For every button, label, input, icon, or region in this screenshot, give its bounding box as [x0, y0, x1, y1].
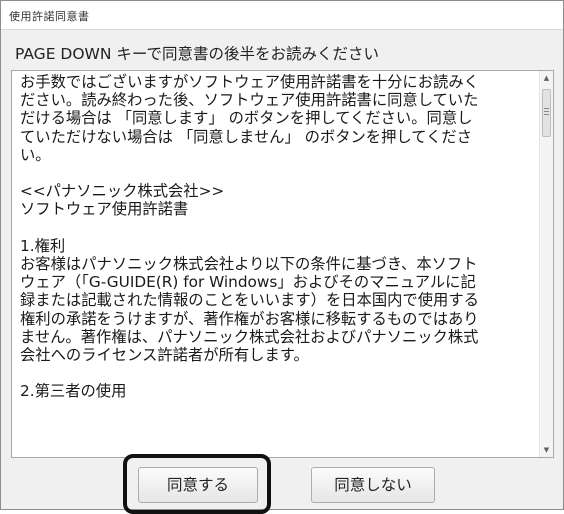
license-line: 2.第三者の使用 — [20, 382, 127, 401]
license-line: だける場合は 「同意します」 のボタンを押してください。同意し — [20, 109, 473, 128]
license-line: 録または記載された情報のことをいいます）を日本国内で使用する — [20, 291, 479, 310]
license-line: ださい。読み終わった後、ソフトウェア使用許諾書に同意していた — [20, 91, 479, 110]
license-line — [20, 219, 540, 237]
license-text-box[interactable]: お手数ではございますがソフトウェア使用許諾書を十分にお読みく ださい。読み終わった… — [11, 70, 554, 458]
title-bar[interactable]: 使用許諾同意書 — [1, 1, 563, 30]
license-line: 1.権利 — [20, 236, 66, 255]
license-line — [20, 364, 540, 382]
disagree-button[interactable]: 同意しない — [311, 467, 435, 503]
instruction-text: PAGE DOWN キーで同意書の後半をお読みください — [15, 45, 379, 63]
license-agreement-dialog: 使用許諾同意書 PAGE DOWN キーで同意書の後半をお読みください お手数で… — [0, 0, 564, 514]
license-line: ウェア（「G-GUIDE(R) for Windows」およびそのマニュアルに記 — [20, 273, 476, 292]
license-line: い。 — [20, 145, 51, 164]
license-line: お客様はパナソニック株式会社より以下の条件に基づき、本ソフト — [20, 255, 478, 273]
license-text: お手数ではございますがソフトウェア使用許諾書を十分にお読みく ださい。読み終わった… — [20, 73, 540, 401]
grip-icon — [544, 108, 549, 117]
scroll-thumb[interactable] — [542, 89, 551, 137]
license-line: ません。著作権は、パナソニック株式会社およびパナソニック株式 — [20, 327, 479, 346]
license-line — [20, 164, 540, 182]
license-line: 権利の承諾をうけますが、著作権がお客様に移転するものではあり — [20, 309, 479, 328]
license-line: 会社へのライセンス許諾者が所有します。 — [20, 346, 309, 365]
license-line: お手数ではございますがソフトウェア使用許諾書を十分にお読みく — [20, 73, 479, 91]
vertical-scrollbar[interactable]: ▲ ▼ — [539, 71, 553, 457]
license-line: ソフトウェア使用許諾書 — [20, 200, 189, 219]
license-line: ていただけない場合は 「同意しません」 のボタンを押してくださ — [20, 127, 472, 146]
scroll-down-arrow-icon[interactable]: ▼ — [540, 443, 553, 457]
window-title: 使用許諾同意書 — [9, 10, 90, 23]
license-line: <<パナソニック株式会社>> — [20, 182, 225, 201]
agree-button[interactable]: 同意する — [138, 467, 258, 503]
scroll-up-arrow-icon[interactable]: ▲ — [540, 71, 553, 85]
